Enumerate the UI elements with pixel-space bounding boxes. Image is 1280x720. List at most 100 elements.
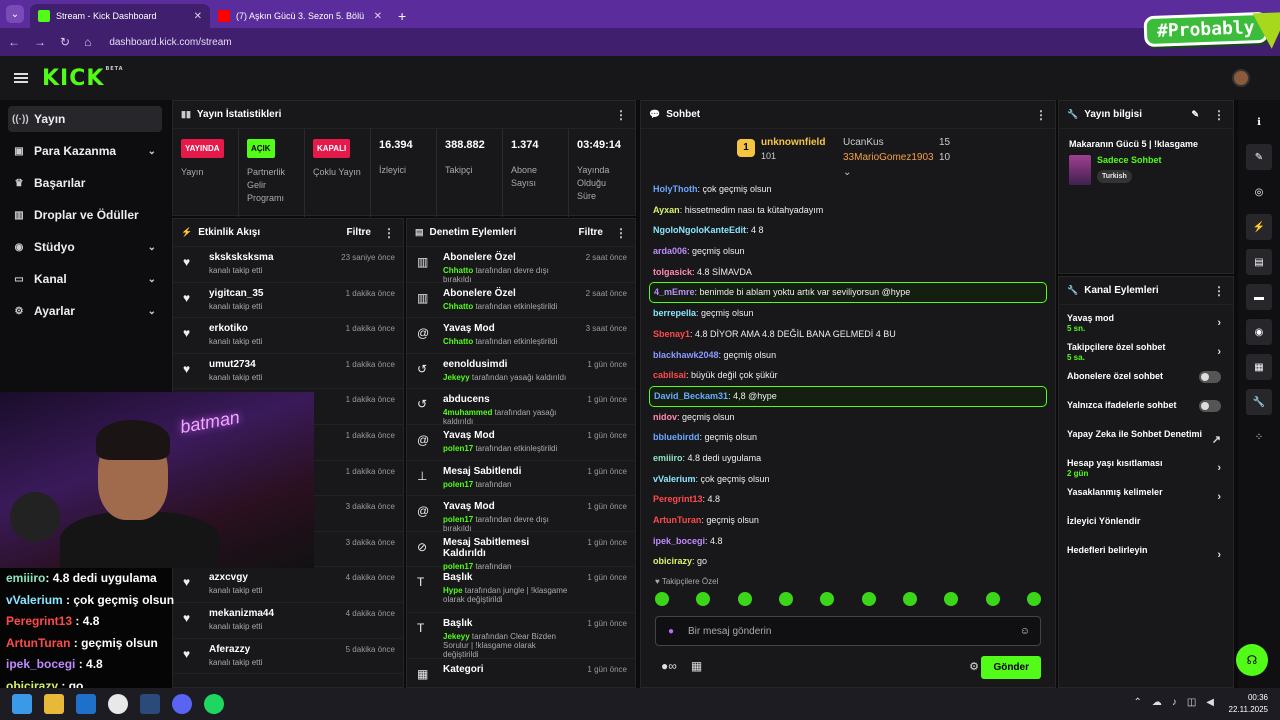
- chat-icon[interactable]: ▬: [1246, 284, 1272, 310]
- emote-icon[interactable]: [655, 592, 669, 606]
- sidebar-item-0[interactable]: ((·)) Yayın: [8, 106, 162, 132]
- follower-name[interactable]: mekanizma44: [209, 608, 274, 619]
- support-button[interactable]: ☊: [1236, 644, 1268, 676]
- layout-icon[interactable]: ▦: [1246, 354, 1272, 380]
- follower-name[interactable]: umut2734: [209, 359, 262, 370]
- back-icon[interactable]: ←: [8, 35, 20, 49]
- more-icon[interactable]: ⋮: [1213, 108, 1225, 122]
- channel-action-1[interactable]: Takipçilere özel sohbet 5 sa. ›: [1059, 338, 1233, 367]
- sidebar-item-4[interactable]: ◉ Stüdyo ⌄: [8, 234, 162, 260]
- volume-icon[interactable]: ◀: [1206, 697, 1214, 708]
- chat-username[interactable]: emiiiro: [653, 453, 683, 463]
- moderator-name[interactable]: 4muhammed: [443, 408, 492, 417]
- emote-icon[interactable]: [944, 592, 959, 606]
- moderator-name[interactable]: Jekeyy: [443, 373, 470, 382]
- moderator-name[interactable]: Chhatto: [443, 302, 473, 311]
- moderator-name[interactable]: polen17: [443, 515, 473, 524]
- chat-username[interactable]: HolyThoth: [653, 184, 698, 194]
- kick-logo[interactable]: KICKBETA: [42, 66, 124, 91]
- chat-username[interactable]: berrepella: [653, 308, 696, 318]
- chrome-icon[interactable]: [108, 694, 128, 714]
- moderator-name[interactable]: Jekeyy: [443, 632, 470, 641]
- channel-action-6[interactable]: Yasaklanmış kelimeler ›: [1059, 483, 1233, 512]
- more-apps-icon[interactable]: ⁘: [1246, 424, 1272, 450]
- more-icon[interactable]: ⋮: [383, 226, 395, 240]
- bolt-icon[interactable]: ⚡: [1246, 214, 1272, 240]
- chevron-down-icon[interactable]: ⌄: [148, 146, 156, 157]
- toggle-switch[interactable]: [1199, 400, 1221, 412]
- store-icon[interactable]: ▦: [691, 659, 702, 673]
- chat-username[interactable]: nidov: [653, 412, 677, 422]
- spotify-icon[interactable]: [204, 694, 224, 714]
- moderator-name[interactable]: Chhatto: [443, 266, 473, 275]
- chevron-down-icon[interactable]: ⌄: [148, 274, 156, 285]
- more-icon[interactable]: ⋮: [615, 108, 627, 122]
- chat-username[interactable]: tolgasick: [653, 267, 692, 277]
- home-icon[interactable]: ⌂: [84, 35, 91, 49]
- chat-username[interactable]: ArtunTuran: [653, 515, 701, 525]
- emote-icon[interactable]: [861, 592, 876, 606]
- wrench-icon[interactable]: 🔧: [1246, 389, 1272, 415]
- edit-icon[interactable]: ✎: [1246, 144, 1272, 170]
- channel-action-7[interactable]: İzleyici Yönlendir: [1059, 512, 1233, 541]
- outlook-icon[interactable]: [76, 694, 96, 714]
- follower-name[interactable]: azxcvgy: [209, 572, 262, 583]
- tab-youtube[interactable]: (7) Aşkın Gücü 3. Sezon 5. Bölü ✕: [210, 4, 390, 28]
- chat-input[interactable]: ● Bir mesaj gönderin ☺: [655, 616, 1041, 646]
- channel-action-5[interactable]: Hesap yaşı kısıtlaması 2 gün ›: [1059, 454, 1233, 483]
- settings-icon[interactable]: ⚙: [969, 660, 979, 673]
- chat-username[interactable]: Sbenay1: [653, 329, 690, 339]
- chat-username[interactable]: cabilsai: [653, 370, 686, 380]
- close-icon[interactable]: ✕: [194, 11, 202, 22]
- file-explorer-icon[interactable]: [44, 694, 64, 714]
- camera-icon[interactable]: ◎: [1246, 179, 1272, 205]
- emote-icon[interactable]: [737, 592, 752, 606]
- mic-icon[interactable]: ●: [668, 626, 674, 637]
- emote-icon[interactable]: [1026, 592, 1041, 606]
- chevron-down-icon[interactable]: ⌄: [148, 306, 156, 317]
- emote-icon[interactable]: [696, 592, 711, 606]
- clock[interactable]: 00:36 22.11.2025: [1229, 692, 1268, 716]
- menu-icon[interactable]: [14, 73, 28, 83]
- moderator-name[interactable]: polen17: [443, 480, 473, 489]
- emoji-icon[interactable]: ☺: [1020, 626, 1030, 637]
- reload-icon[interactable]: ↻: [60, 35, 70, 49]
- chevron-down-icon[interactable]: ⌄: [148, 242, 156, 253]
- moderator-name[interactable]: Hype: [443, 586, 463, 595]
- broadcast-icon[interactable]: ◉: [1246, 319, 1272, 345]
- toggle-switch[interactable]: [1199, 371, 1221, 383]
- chat-username[interactable]: Peregrint13: [653, 494, 703, 504]
- expand-leaderboard-icon[interactable]: ⌄: [843, 167, 851, 178]
- mic-icon[interactable]: ♪: [1172, 697, 1177, 708]
- category-link[interactable]: Sadece Sohbet: [1097, 155, 1162, 165]
- chevron-up-icon[interactable]: ⌃: [1133, 697, 1141, 708]
- category-thumbnail[interactable]: [1069, 155, 1091, 185]
- emote-icon[interactable]: [820, 592, 835, 606]
- sidebar-item-2[interactable]: ♛ Başarılar: [8, 170, 162, 196]
- sidebar-item-6[interactable]: ⚙ Ayarlar ⌄: [8, 298, 162, 324]
- emote-icon[interactable]: [902, 592, 917, 606]
- chat-username[interactable]: NgoloNgoloKanteEdit: [653, 225, 746, 235]
- more-icon[interactable]: ⋮: [1213, 284, 1225, 298]
- chat-username[interactable]: arda006: [653, 246, 687, 256]
- tab-kick-dashboard[interactable]: Stream - Kick Dashboard ✕: [30, 4, 210, 28]
- sidebar-item-3[interactable]: ▥ Droplar ve Ödüller: [8, 202, 162, 228]
- chat-username[interactable]: Ayxan: [653, 205, 680, 215]
- leader-name[interactable]: 33MarioGomez1903: [843, 152, 934, 163]
- emote-icon[interactable]: [985, 592, 1000, 606]
- windows-start-icon[interactable]: [12, 694, 32, 714]
- follower-name[interactable]: sksksksksma: [209, 252, 274, 263]
- chat-username[interactable]: David_Beckam31: [654, 391, 728, 401]
- follower-name[interactable]: yigitcan_35: [209, 288, 263, 299]
- moderator-name[interactable]: polen17: [443, 444, 473, 453]
- sidebar-item-5[interactable]: ▭ Kanal ⌄: [8, 266, 162, 292]
- cloud-icon[interactable]: ☁: [1152, 697, 1162, 708]
- channel-action-2[interactable]: Abonelere özel sohbet: [1059, 367, 1233, 396]
- close-icon[interactable]: ✕: [374, 11, 382, 22]
- document-icon[interactable]: ▤: [1246, 249, 1272, 275]
- follower-name[interactable]: Aferazzy: [209, 644, 262, 655]
- steam-icon[interactable]: [140, 694, 160, 714]
- leader-name[interactable]: UcanKus: [843, 137, 884, 148]
- chat-username[interactable]: 4_mEmre: [654, 287, 695, 297]
- chat-username[interactable]: vValerium: [653, 474, 696, 484]
